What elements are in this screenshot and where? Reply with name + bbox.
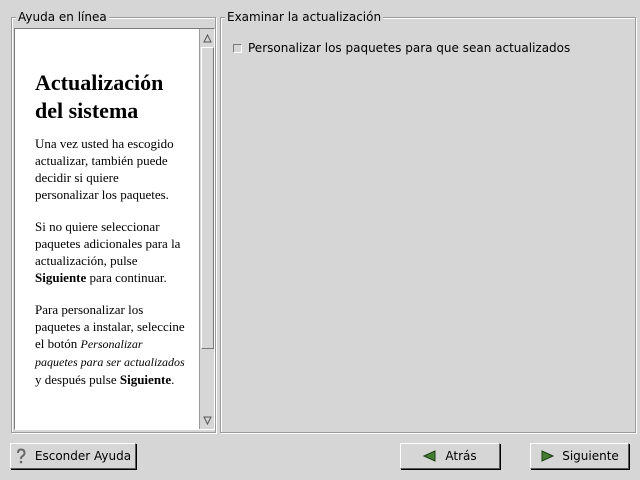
upgrade-frame-legend: Examinar la actualización bbox=[225, 10, 384, 24]
help-paragraph-1: Una vez usted ha escogido actualizar, ta… bbox=[35, 136, 174, 202]
help-frame: Ayuda en línea Actualización del sistema… bbox=[11, 10, 216, 433]
help-viewer[interactable]: Actualización del sistema Una vez usted … bbox=[14, 28, 215, 430]
help-scrollbar[interactable] bbox=[199, 29, 214, 429]
scroll-thumb[interactable] bbox=[201, 47, 214, 349]
help-paragraph-2: Si no quiere seleccionar paquetes adicio… bbox=[35, 219, 181, 285]
arrow-right-icon bbox=[540, 450, 555, 462]
back-button[interactable]: Atrás bbox=[400, 443, 500, 469]
question-mark-icon bbox=[15, 448, 27, 464]
scroll-up-arrow-icon[interactable] bbox=[201, 31, 213, 45]
help-paragraph-3: Para personalizar los paquetes a instala… bbox=[35, 302, 185, 387]
upgrade-frame: Examinar la actualización Personalizar l… bbox=[220, 10, 636, 433]
scroll-down-arrow-icon[interactable] bbox=[201, 413, 213, 427]
help-title: Actualización del sistema bbox=[35, 70, 164, 123]
next-button[interactable]: Siguiente bbox=[530, 443, 629, 469]
hide-help-button[interactable]: Esconder Ayuda bbox=[10, 443, 136, 469]
next-label: Siguiente bbox=[562, 449, 619, 463]
hide-help-label: Esconder Ayuda bbox=[34, 449, 132, 463]
back-label: Atrás bbox=[445, 449, 477, 463]
customize-packages-label[interactable]: Personalizar los paquetes para que sean … bbox=[248, 41, 570, 55]
customize-packages-checkbox[interactable] bbox=[233, 43, 242, 53]
arrow-left-icon bbox=[423, 450, 437, 462]
customize-packages-checkbox-row[interactable]: Personalizar los paquetes para que sean … bbox=[233, 41, 570, 55]
help-frame-legend: Ayuda en línea bbox=[16, 10, 109, 24]
help-content: Actualización del sistema Una vez usted … bbox=[35, 69, 185, 403]
